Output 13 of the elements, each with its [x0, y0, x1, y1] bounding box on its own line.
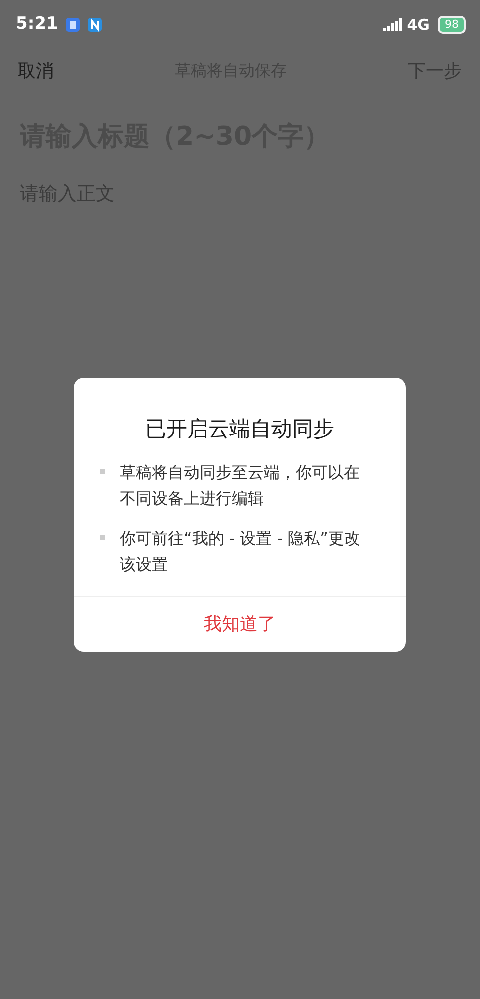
- bullet-icon: [100, 534, 105, 540]
- cancel-button[interactable]: 取消: [18, 58, 54, 84]
- dialog-text: 草稿将自动同步至云端，你可以在不同设备上进行编辑: [120, 462, 360, 508]
- signal-icon: [383, 18, 404, 32]
- battery-level: 98: [438, 16, 466, 34]
- acknowledge-button[interactable]: 我知道了: [74, 596, 406, 652]
- dialog-title: 已开启云端自动同步: [144, 416, 336, 443]
- app-notification-icon: [66, 18, 80, 32]
- network-label: 4G: [407, 14, 430, 36]
- dialog-text: 你可前往“我的 - 设置 - 隐私”更改该设置: [120, 528, 360, 574]
- status-time: 5:21: [16, 13, 58, 36]
- app-notification-icon: [88, 18, 102, 32]
- bullet-icon: [100, 468, 105, 474]
